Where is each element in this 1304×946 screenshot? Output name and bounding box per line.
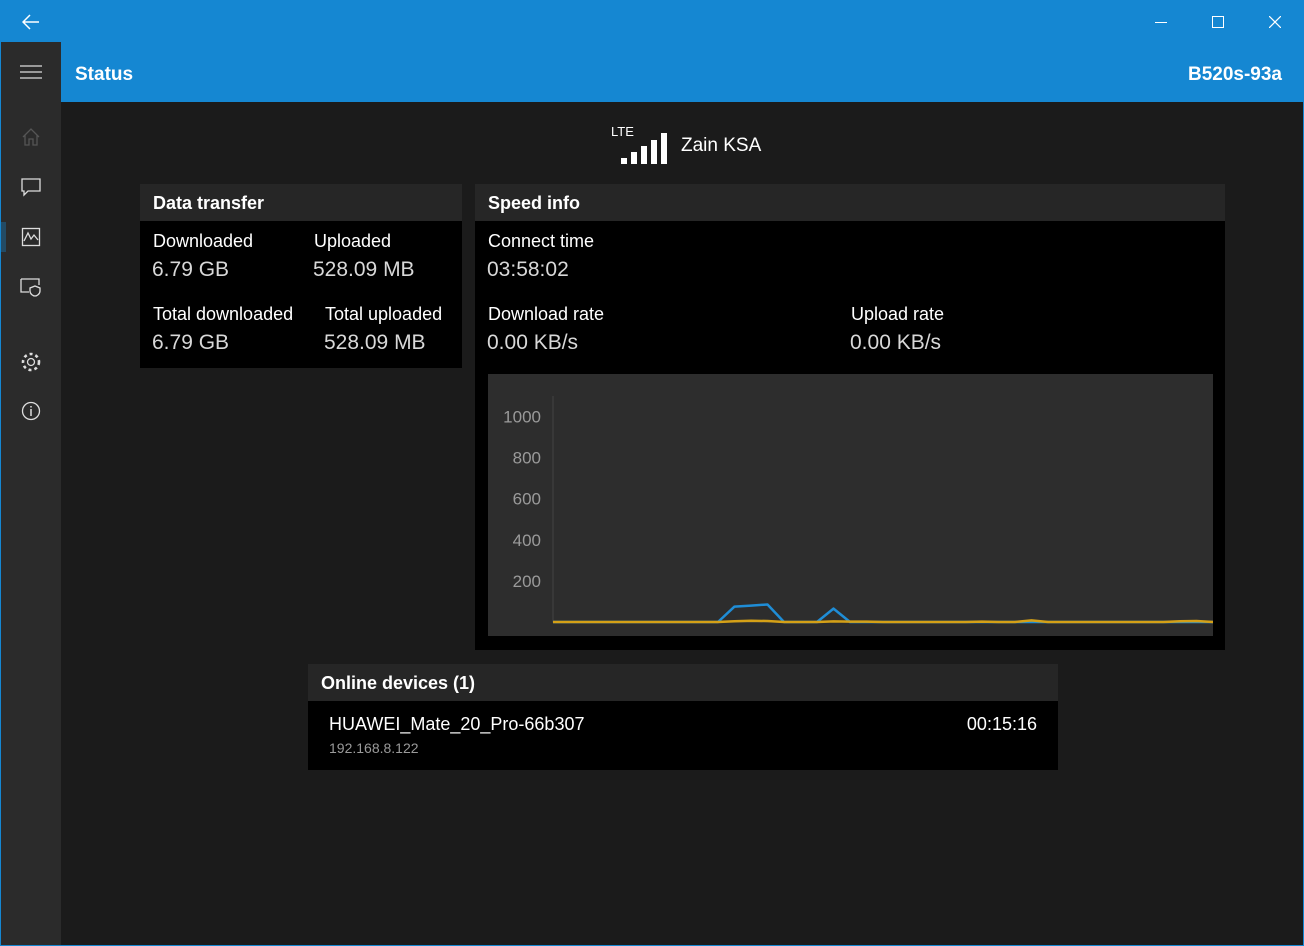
- speed-info-panel: Speed info Connect time 03:58:02 Downloa…: [475, 184, 1225, 650]
- status-content: LTE Zain KSA Data transfer Downloaded 6.…: [61, 102, 1303, 945]
- total-downloaded-label: Total downloaded: [153, 304, 294, 324]
- close-button[interactable]: [1246, 1, 1303, 42]
- app-window: Status B520s-93a LTE Zain KSA Data trans…: [0, 0, 1304, 946]
- download-rate-label: Download rate: [488, 304, 605, 324]
- device-name: HUAWEI_Mate_20_Pro-66b307: [329, 714, 585, 734]
- message-icon: [21, 178, 41, 197]
- y-tick-label: 400: [513, 531, 541, 550]
- connect-time-value: 03:58:02: [487, 258, 569, 281]
- panel-title: Data transfer: [140, 184, 462, 221]
- chart-axis: [552, 396, 1213, 623]
- y-tick-label: 800: [513, 449, 541, 468]
- download-rate-value: 0.00 KB/s: [487, 331, 579, 354]
- y-tick-label: 200: [513, 572, 541, 591]
- info-icon: [21, 401, 41, 421]
- downloaded-label: Downloaded: [153, 231, 254, 251]
- total-downloaded-value: 6.79 GB: [152, 331, 230, 354]
- back-button[interactable]: [1, 1, 61, 42]
- device-ip: 192.168.8.122: [329, 740, 419, 756]
- device-model: B520s-93a: [1187, 64, 1282, 85]
- signal-strength-icon: [621, 132, 667, 164]
- title-bar: [1, 1, 1303, 42]
- back-arrow-icon: [22, 13, 39, 30]
- nav-about[interactable]: [1, 387, 61, 435]
- shield-icon: [20, 278, 41, 297]
- nav-settings[interactable]: [1, 338, 61, 386]
- download-series-line: [553, 603, 1213, 624]
- page-title: Status: [75, 64, 134, 85]
- carrier-name: Zain KSA: [681, 135, 762, 156]
- minimize-button[interactable]: [1132, 1, 1189, 42]
- hamburger-menu-icon: [20, 65, 42, 79]
- y-tick-label: 600: [513, 490, 541, 509]
- panel-title: Speed info: [475, 184, 1225, 221]
- close-icon: [1268, 15, 1281, 28]
- device-connected-time: 00:15:16: [966, 714, 1037, 734]
- statistics-icon: [21, 227, 41, 247]
- uploaded-value: 528.09 MB: [313, 258, 415, 281]
- upload-rate-label: Upload rate: [851, 304, 945, 324]
- page-header: Status B520s-93a: [61, 42, 1303, 102]
- minimize-icon: [1154, 21, 1167, 23]
- connect-time-label: Connect time: [488, 231, 595, 251]
- hamburger-menu-button[interactable]: [1, 48, 61, 96]
- total-uploaded-value: 528.09 MB: [324, 331, 426, 354]
- maximize-button[interactable]: [1189, 1, 1246, 42]
- speed-chart: 200 400 600 800 1000: [488, 374, 1213, 636]
- uploaded-label: Uploaded: [314, 231, 392, 251]
- upload-rate-value: 0.00 KB/s: [850, 331, 942, 354]
- downloaded-value: 6.79 GB: [152, 258, 230, 281]
- total-uploaded-label: Total uploaded: [325, 304, 443, 324]
- gear-icon: [21, 352, 41, 372]
- nav-statistics[interactable]: [1, 213, 61, 261]
- navigation-sidebar: [1, 42, 61, 945]
- y-tick-label: 1000: [503, 408, 541, 427]
- data-transfer-panel: Data transfer Downloaded 6.79 GB Uploade…: [140, 184, 462, 368]
- panel-title: Online devices (1): [308, 664, 1058, 701]
- online-devices-panel: Online devices (1) HUAWEI_Mate_20_Pro-66…: [308, 664, 1058, 770]
- nav-messages[interactable]: [1, 163, 61, 211]
- maximize-icon: [1211, 15, 1224, 28]
- nav-security[interactable]: [1, 263, 61, 311]
- home-icon: [22, 128, 40, 146]
- nav-home[interactable]: [1, 113, 61, 161]
- speed-chart-svg: 200 400 600 800 1000: [503, 396, 1213, 624]
- upload-series-line: [553, 619, 1213, 624]
